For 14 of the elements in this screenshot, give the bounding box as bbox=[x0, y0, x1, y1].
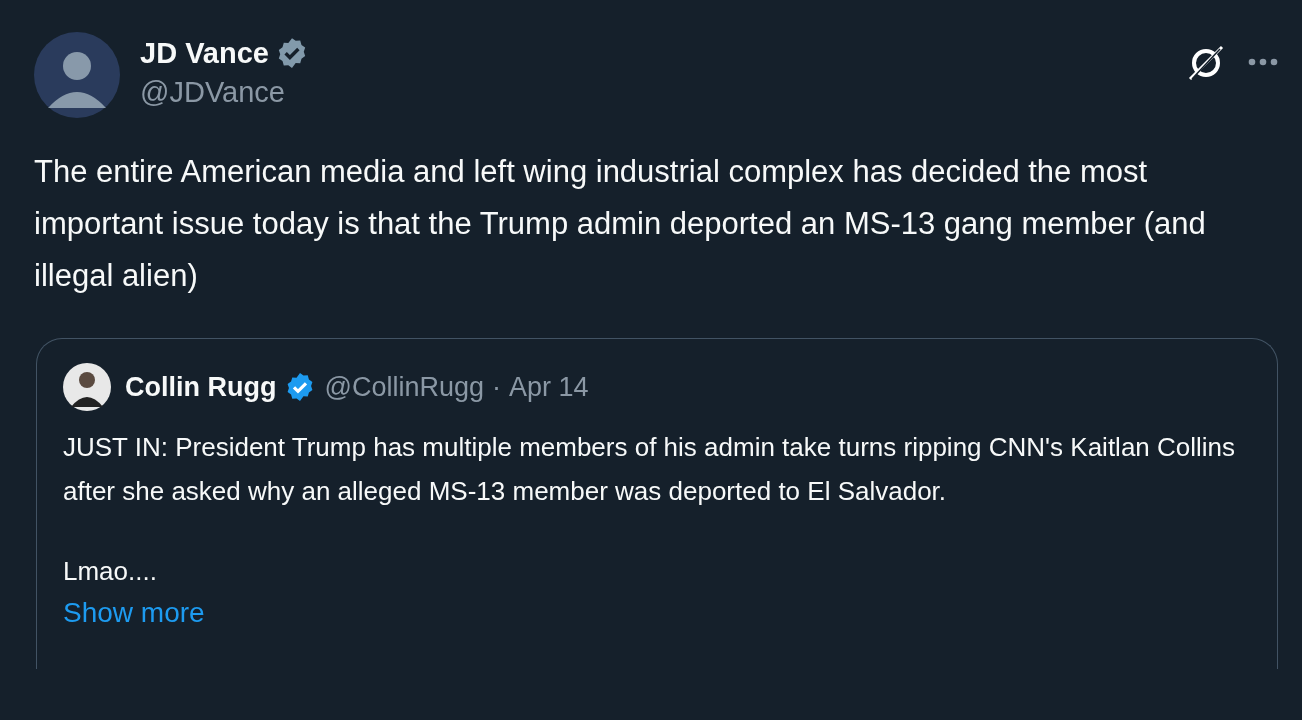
post-date: Apr 14 bbox=[508, 371, 589, 403]
post-text: The entire American media and left wing industrial complex has decided the most important issue today is that the Trump admin deported an MS-13 gang member (and illegal alien) bbox=[34, 153, 1207, 295]
author-name[interactable]: Collin Rugg bbox=[125, 371, 277, 403]
avatar-icon bbox=[63, 363, 111, 411]
author-handle[interactable]: @JDVance bbox=[140, 76, 285, 109]
quoted-post-text: JUST IN: President Trump has multiple members of his admin take turns ripping CNN's Kaitlan Collins after she asked why an alleged MS-13 member was deported to El Salvador. bbox=[63, 431, 1237, 508]
separator-dot: · bbox=[491, 371, 501, 403]
avatar-icon[interactable] bbox=[34, 32, 120, 118]
quoted-post-card[interactable] bbox=[36, 338, 1278, 669]
show-more-link[interactable]: Show more bbox=[63, 597, 205, 629]
author-handle: @CollinRugg bbox=[324, 371, 484, 403]
quoted-post-text: Lmao.... bbox=[63, 555, 158, 588]
author-name[interactable]: JD Vance bbox=[140, 36, 269, 70]
more-icon[interactable] bbox=[1248, 57, 1278, 67]
